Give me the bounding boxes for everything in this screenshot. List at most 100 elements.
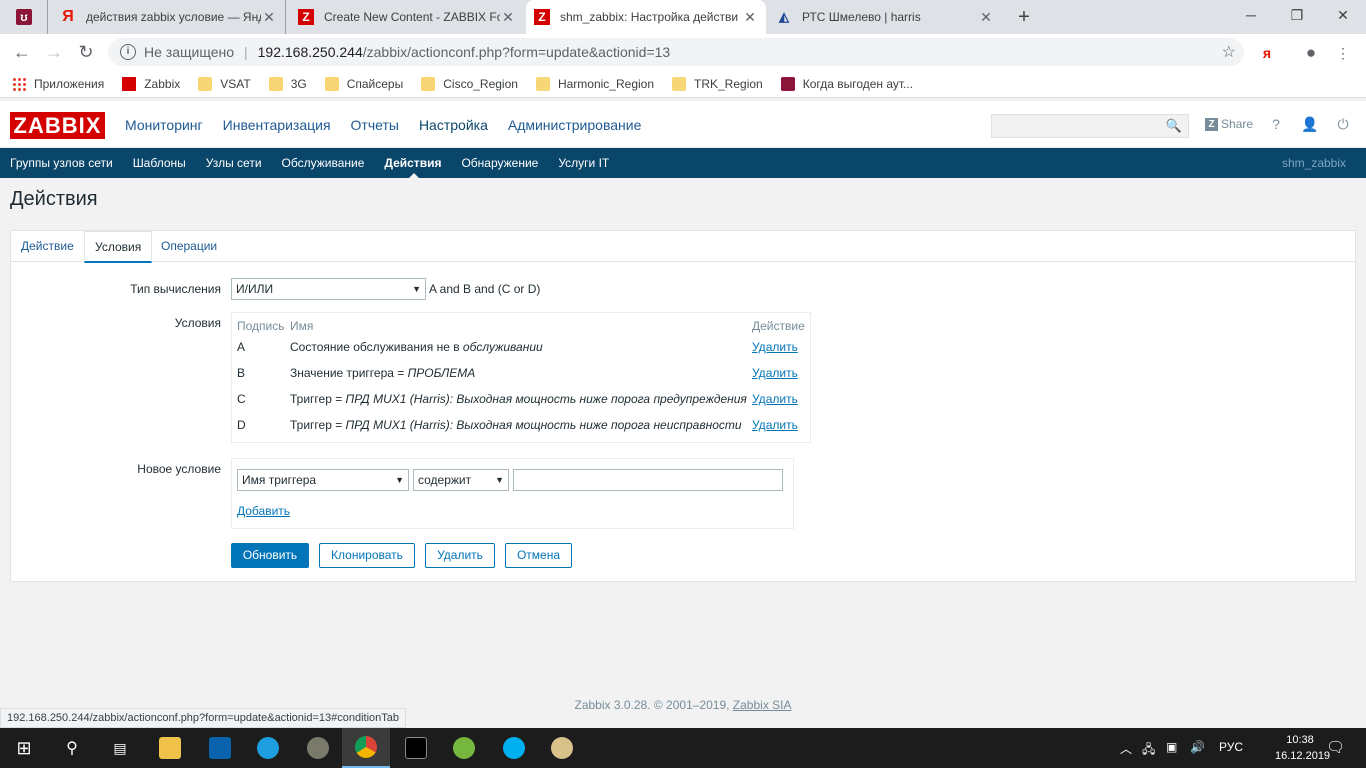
close-icon[interactable]: ✕ (742, 9, 758, 26)
condition-type-select[interactable]: Имя триггера ▼ (237, 469, 409, 491)
address-bar[interactable]: i Не защищено | 192.168.250.244/zabbix/a… (108, 38, 1244, 66)
menu-inventory[interactable]: Инвентаризация (223, 117, 331, 133)
submenu-actions[interactable]: Действия (384, 148, 441, 178)
divider: | (244, 44, 248, 60)
browser-tab-3-active[interactable]: Z shm_zabbix: Настройка действи ✕ (526, 0, 766, 34)
delete-button[interactable]: Удалить (425, 543, 495, 568)
calc-type-select[interactable]: И/ИЛИ ▼ (231, 278, 426, 300)
clock[interactable]: 10:38 16.12.2019 (1275, 732, 1330, 764)
search-input[interactable]: 🔍 (991, 114, 1189, 138)
submenu-host-groups[interactable]: Группы узлов сети (10, 148, 113, 178)
footer-link[interactable]: Zabbix SIA (733, 698, 792, 712)
form-tabs: Действие Условия Операции (11, 231, 1355, 263)
yandex-extension-icon[interactable]: я (1258, 44, 1276, 62)
bookmark-star-icon[interactable]: ☆ (1222, 42, 1236, 62)
close-window-button[interactable]: ✕ (1320, 0, 1366, 30)
conditions-table: Подпись Имя Действие A Состояние обслужи… (231, 312, 811, 443)
task-view-button[interactable]: ▤ (96, 728, 144, 768)
bookmark-mikrotik[interactable]: Когда выгоден аут... (780, 76, 913, 91)
search-icon[interactable]: 🔍 (1166, 118, 1182, 134)
tray-chevron-icon[interactable]: ︿ (1120, 740, 1132, 757)
browser-tab-2[interactable]: Z Create New Content - ZABBIX Fo ✕ (290, 0, 524, 34)
bookmark-3g[interactable]: 3G (268, 76, 307, 91)
page-title: Действия (10, 188, 98, 210)
new-condition-box: Имя триггера ▼ содержит ▼ Добавить (231, 458, 794, 529)
volume-icon[interactable]: 🔊 (1190, 740, 1205, 754)
maximize-button[interactable]: ❐ (1274, 0, 1320, 30)
submenu-templates[interactable]: Шаблоны (133, 148, 186, 178)
condition-type-value: Имя триггера (242, 473, 317, 487)
bookmark-zabbix[interactable]: Zabbix (122, 76, 180, 91)
browser-tab-1[interactable]: Я действия zabbix условие — Янд ✕ (52, 0, 286, 34)
close-icon[interactable]: ✕ (261, 9, 277, 26)
remove-condition-link[interactable]: Удалить (752, 340, 798, 354)
submenu-maintenance[interactable]: Обслуживание (282, 148, 365, 178)
browser-tab-0[interactable]: ʊ (8, 0, 48, 34)
bookmark-harmonic[interactable]: Harmonic_Region (535, 76, 654, 91)
submenu-it-services[interactable]: Услуги IT (558, 148, 609, 178)
taskbar-skype[interactable] (490, 728, 538, 768)
minimize-button[interactable]: ─ (1228, 0, 1274, 30)
submenu-discovery[interactable]: Обнаружение (461, 148, 538, 178)
menu-monitoring[interactable]: Мониторинг (125, 117, 203, 133)
tab-operations[interactable]: Операции (151, 231, 227, 262)
remove-condition-link[interactable]: Удалить (752, 418, 798, 432)
condition-operator-select[interactable]: содержит ▼ (413, 469, 509, 491)
notifications-icon[interactable]: 🗨 (1326, 738, 1345, 756)
add-condition-link[interactable]: Добавить (237, 504, 290, 518)
language-indicator[interactable]: РУС (1219, 740, 1243, 754)
taskbar-outlook[interactable] (196, 728, 244, 768)
clock-time: 10:38 (1286, 734, 1314, 746)
dropdown-arrow-icon: ▼ (495, 475, 504, 485)
menu-administration[interactable]: Администрирование (508, 117, 642, 133)
clone-button[interactable]: Клонировать (319, 543, 415, 568)
browser-tab-4[interactable]: ◭ РТС Шмелево | harris ✕ (768, 0, 1002, 34)
taskbar-explorer[interactable] (146, 728, 194, 768)
calc-formula: A and B and (C or D) (429, 282, 541, 296)
reload-button[interactable]: ↻ (74, 40, 98, 64)
close-icon[interactable]: ✕ (978, 9, 994, 26)
tray-app-icon[interactable]: ▣ (1166, 740, 1177, 754)
tab-conditions[interactable]: Условия (84, 231, 153, 263)
chrome-icon (355, 736, 377, 758)
help-icon[interactable]: ? (1268, 116, 1284, 132)
bookmark-cisco[interactable]: Cisco_Region (421, 76, 518, 91)
taskbar-cmd[interactable] (392, 728, 440, 768)
bookmark-vsat[interactable]: VSAT (198, 76, 251, 91)
menu-configuration[interactable]: Настройка (419, 117, 488, 133)
search-button[interactable]: ⚲ (48, 728, 96, 768)
menu-icon[interactable]: ⋮ (1334, 44, 1352, 62)
back-button[interactable]: ← (10, 40, 34, 64)
logout-icon[interactable]: ⏻ (1335, 116, 1351, 132)
profile-icon[interactable]: ● (1302, 44, 1320, 62)
bookmark-trk[interactable]: TRK_Region (672, 76, 763, 91)
update-button[interactable]: Обновить (231, 543, 309, 568)
close-icon[interactable]: ✕ (500, 9, 516, 26)
condition-label: B (237, 366, 246, 380)
zabbix-logo[interactable]: ZABBIX (10, 112, 105, 139)
share-button[interactable]: Z Share (1205, 117, 1253, 131)
folder-icon (324, 76, 339, 91)
taskbar-chrome[interactable] (342, 728, 390, 768)
submenu-hosts[interactable]: Узлы сети (206, 148, 262, 178)
bookmark-apps[interactable]: Приложения (12, 76, 104, 91)
cancel-button[interactable]: Отмена (505, 543, 572, 568)
forward-button[interactable]: → (42, 40, 66, 64)
taskbar-paint[interactable] (538, 728, 586, 768)
taskbar-ie[interactable] (244, 728, 292, 768)
taskbar-app[interactable] (294, 728, 342, 768)
info-icon[interactable]: i (120, 44, 136, 60)
network-icon[interactable]: 🖧 (1142, 740, 1155, 761)
start-button[interactable]: ⊞ (0, 728, 48, 768)
user-profile-icon[interactable]: 👤 (1301, 116, 1318, 132)
taskbar-utorrent[interactable] (440, 728, 488, 768)
remove-condition-link[interactable]: Удалить (752, 392, 798, 406)
remove-condition-link[interactable]: Удалить (752, 366, 798, 380)
tab-action[interactable]: Действие (11, 231, 84, 262)
bookmark-spicers[interactable]: Спайсеры (324, 76, 403, 91)
condition-value-input[interactable] (513, 469, 783, 491)
new-tab-button[interactable]: + (1012, 6, 1036, 30)
menu-reports[interactable]: Отчеты (351, 117, 399, 133)
insecure-label: Не защищено (144, 44, 234, 60)
condition-name: Значение триггера = ПРОБЛЕМА (290, 366, 748, 380)
